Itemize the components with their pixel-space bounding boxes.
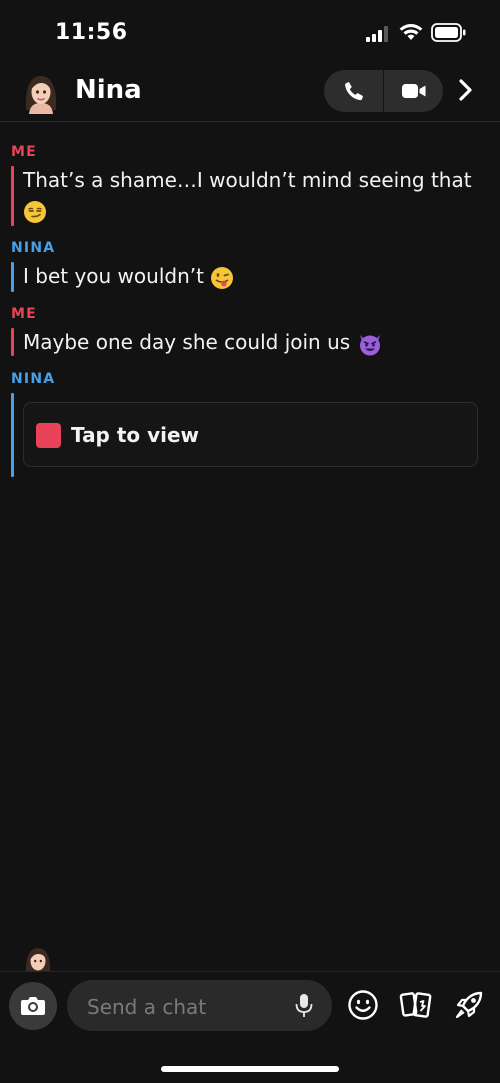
- bitmoji-avatar[interactable]: [20, 70, 62, 114]
- contact-name[interactable]: Nina: [75, 75, 142, 105]
- chat-input-container: [67, 980, 332, 1033]
- camera-icon: [21, 997, 45, 1015]
- phone-icon: [344, 82, 363, 101]
- chevron-right-icon[interactable]: [458, 76, 474, 104]
- wifi-icon: [399, 24, 423, 40]
- smirk-emoji-icon: [24, 200, 46, 223]
- message-bar: [11, 262, 14, 292]
- video-camera-icon: [401, 84, 425, 98]
- message-bar: [11, 328, 14, 356]
- message-text[interactable]: That’s a shame…I wouldn’t mind seeing th…: [23, 165, 483, 225]
- message-bar: [11, 393, 14, 477]
- sender-label: ME: [11, 306, 37, 322]
- chat-header: Nina: [0, 62, 500, 122]
- cards-icon: [399, 992, 432, 1018]
- video-call-button[interactable]: [384, 70, 443, 112]
- cards-button[interactable]: [399, 988, 433, 1022]
- composer-bar: [0, 971, 500, 1083]
- call-button-group: [324, 70, 443, 112]
- voice-call-button[interactable]: [324, 70, 383, 112]
- message-bar: [11, 166, 14, 226]
- battery-icon: [431, 23, 466, 42]
- message-text[interactable]: I bet you wouldn’t: [23, 261, 483, 291]
- emoji-button[interactable]: [346, 988, 380, 1022]
- friend-presence-avatar: [25, 948, 51, 972]
- rocket-icon: [455, 991, 483, 1019]
- smiley-icon: [348, 990, 378, 1020]
- message-body: That’s a shame…I wouldn’t mind seeing th…: [23, 168, 472, 192]
- status-time: 11:56: [55, 20, 128, 45]
- cellular-signal-icon: [366, 26, 388, 42]
- sender-label: NINA: [11, 240, 56, 256]
- sender-label: ME: [11, 144, 37, 160]
- microphone-icon[interactable]: [294, 993, 314, 1019]
- games-button[interactable]: [452, 988, 486, 1022]
- sender-label: NINA: [11, 371, 56, 387]
- snap-label: Tap to view: [71, 423, 200, 447]
- message-body: I bet you wouldn’t: [23, 264, 204, 288]
- camera-button[interactable]: [9, 982, 57, 1030]
- tongue-out-emoji-icon: [211, 266, 234, 289]
- home-indicator: [161, 1066, 339, 1072]
- snap-indicator-icon: [36, 423, 61, 448]
- message-text[interactable]: Maybe one day she could join us: [23, 327, 483, 357]
- message-body: Maybe one day she could join us: [23, 330, 351, 354]
- status-bar: 11:56: [0, 0, 500, 62]
- smiling-devil-emoji-icon: [359, 334, 380, 355]
- snap-tap-to-view[interactable]: Tap to view: [23, 402, 478, 467]
- chat-input[interactable]: [85, 980, 289, 1033]
